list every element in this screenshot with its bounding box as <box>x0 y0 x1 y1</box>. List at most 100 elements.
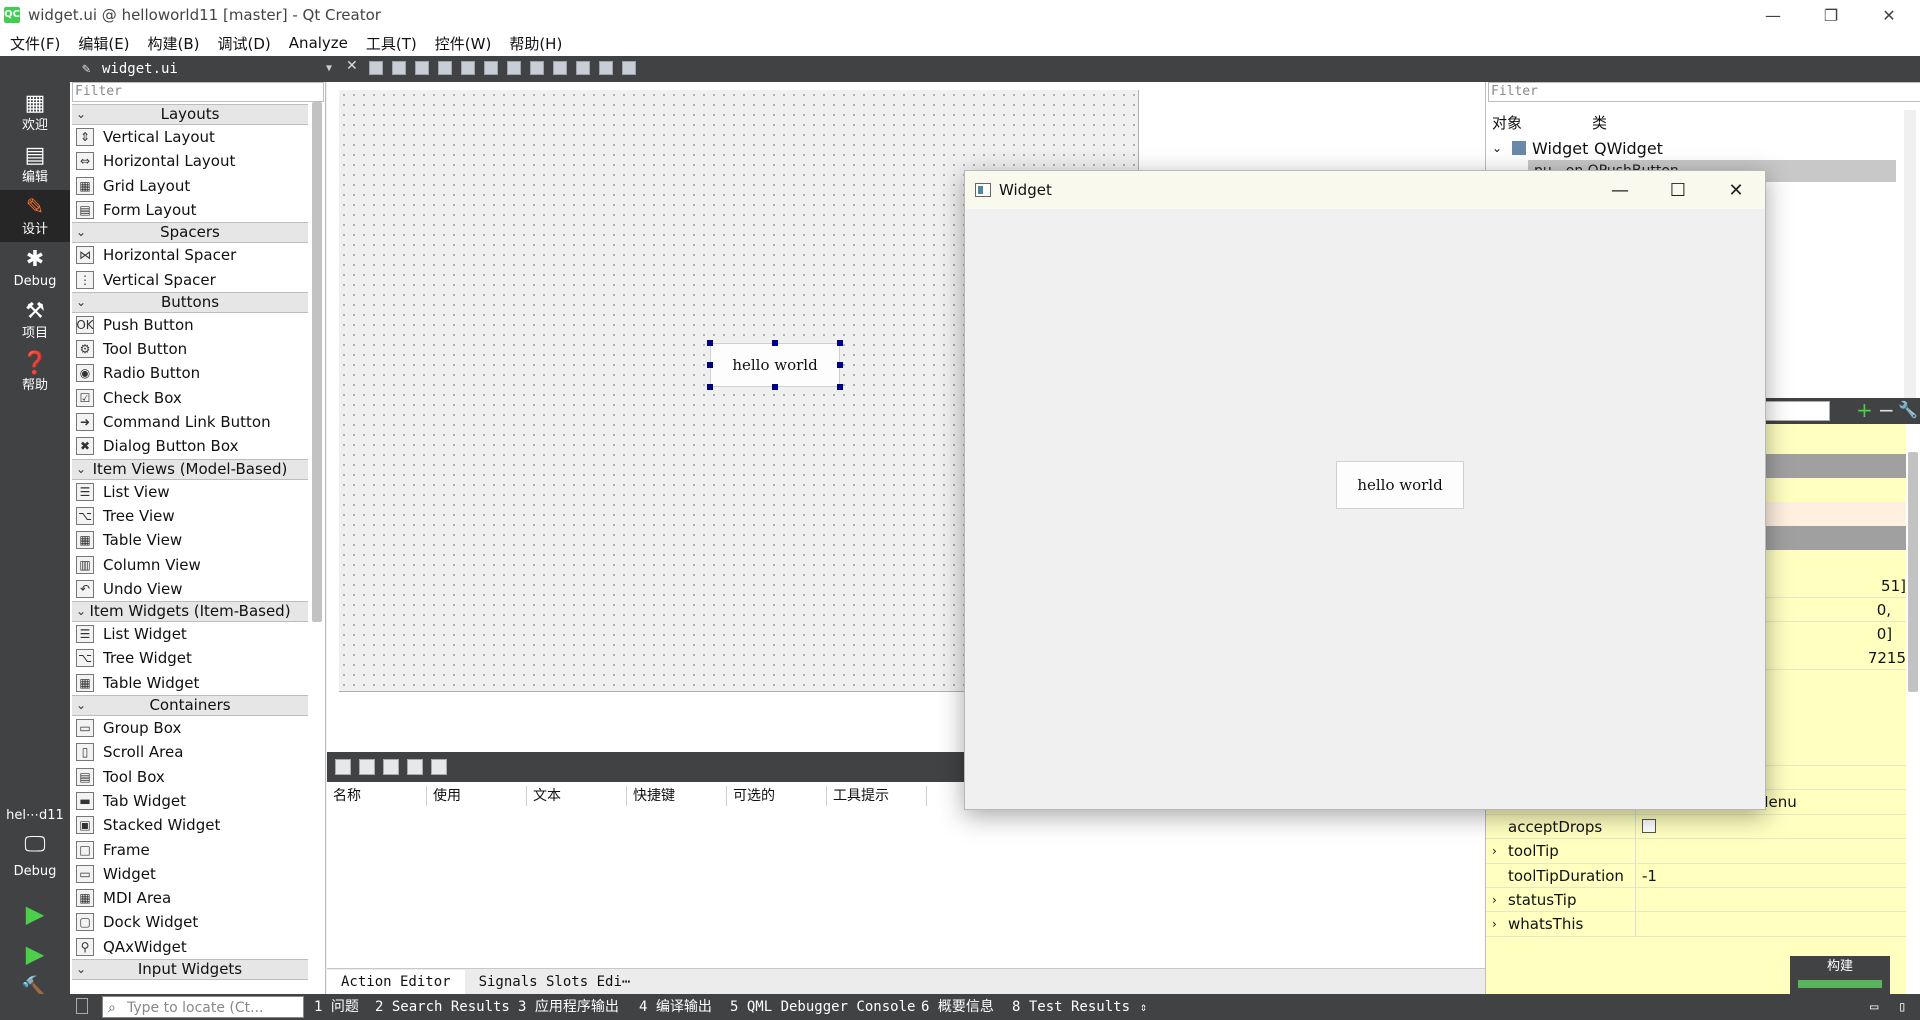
maximize-icon[interactable]: ☐ <box>1649 171 1707 209</box>
object-filter-input[interactable]: Filter <box>1488 82 1920 102</box>
property-value[interactable]: -1 <box>1636 864 1657 888</box>
col-tooltip[interactable]: 工具提示 <box>827 786 927 806</box>
col-class[interactable]: 类 <box>1586 112 1607 133</box>
widget-item[interactable]: ➜ Command Link Button <box>76 410 271 434</box>
widget-category[interactable]: ⌄ Buttons <box>72 291 308 313</box>
output-tab-qml-debugger[interactable]: 5 QML Debugger Console <box>730 994 915 1020</box>
widget-item[interactable]: ▭ Widget <box>76 862 156 886</box>
menu-file[interactable]: 文件(F) <box>0 33 68 54</box>
chevron-updown-icon[interactable]: ⇕ <box>1140 994 1147 1020</box>
toggle-sidebar-icon[interactable] <box>76 998 88 1014</box>
widget-item[interactable]: ⚲ QAxWidget <box>76 935 187 959</box>
layout-vertical-icon[interactable] <box>484 61 498 75</box>
form-push-button[interactable]: hello world <box>710 343 840 387</box>
output-tab-app-output[interactable]: 3 应用程序输出 <box>518 994 619 1020</box>
tab-signals-slots[interactable]: Signals Slots Edi⋯ <box>465 974 645 990</box>
property-row[interactable]: acceptDrops <box>1486 814 1906 840</box>
mode-edit[interactable]: ▤ 编辑 <box>0 138 70 190</box>
selection-handle[interactable] <box>837 384 843 390</box>
widget-item[interactable]: ▯ Scroll Area <box>76 740 183 764</box>
selection-handle[interactable] <box>772 340 778 346</box>
progress-details-icon[interactable]: ▭ <box>1870 994 1878 1020</box>
widget-item[interactable]: ⌥ Tree View <box>76 504 175 528</box>
property-value[interactable] <box>1636 912 1642 936</box>
property-value[interactable] <box>1636 839 1642 863</box>
widget-item[interactable]: ▦ Table View <box>76 528 182 552</box>
adjust-size-icon[interactable] <box>622 61 636 75</box>
layout-splitter-h-icon[interactable] <box>507 61 521 75</box>
widget-item[interactable]: ↶ Undo View <box>76 577 183 601</box>
mode-help[interactable]: ❓ 帮助 <box>0 346 70 398</box>
widget-category[interactable]: ⌄ Item Views (Model-Based) <box>72 458 308 480</box>
col-text[interactable]: 文本 <box>527 786 627 806</box>
layout-splitter-v-icon[interactable] <box>530 61 544 75</box>
col-shortcut[interactable]: 快捷键 <box>627 786 727 806</box>
col-name[interactable]: 名称 <box>327 786 427 806</box>
remove-property-icon[interactable]: − <box>1878 398 1895 422</box>
widget-item[interactable]: ▤ Tool Box <box>76 765 165 789</box>
widget-item[interactable]: OK Push Button <box>76 313 194 337</box>
output-tab-issues[interactable]: 1 问题 <box>314 994 359 1020</box>
restore-icon[interactable]: ❐ <box>1802 0 1860 30</box>
mode-projects[interactable]: ⚒ 项目 <box>0 294 70 346</box>
property-row[interactable]: › toolTip <box>1486 839 1906 864</box>
property-checkbox[interactable] <box>1642 818 1656 833</box>
edit-widgets-icon[interactable] <box>369 61 383 75</box>
widget-item[interactable]: □ Frame <box>76 838 150 862</box>
object-inspector-scrollbar[interactable] <box>1904 110 1916 400</box>
property-editor-scrollbar[interactable] <box>1908 452 1918 692</box>
selection-handle[interactable] <box>837 340 843 346</box>
layout-horizontal-icon[interactable] <box>461 61 475 75</box>
property-row[interactable]: toolTipDuration -1 <box>1486 863 1906 888</box>
edit-signals-icon[interactable] <box>392 61 406 75</box>
selection-handle[interactable] <box>837 362 843 368</box>
selection-handle[interactable] <box>707 384 713 390</box>
close-icon[interactable]: ✕ <box>1860 0 1918 30</box>
widget-item[interactable]: ▣ Stacked Widget <box>76 813 220 837</box>
minimize-icon[interactable]: — <box>1591 171 1649 209</box>
widget-item[interactable]: ☰ List View <box>76 480 170 504</box>
build-progress[interactable]: 构建 <box>1790 956 1890 994</box>
widget-category[interactable]: ⌄ Layouts <box>72 104 308 125</box>
paste-action-icon[interactable] <box>383 759 399 775</box>
widget-item[interactable]: ⚙ Tool Button <box>76 337 187 361</box>
add-property-icon[interactable]: + <box>1856 398 1873 422</box>
close-document-icon[interactable]: ✕ <box>346 58 358 74</box>
document-combo[interactable]: widget.ui ✎ ▼ <box>76 58 338 80</box>
toggle-right-sidebar-icon[interactable]: ▯ <box>1898 994 1906 1020</box>
output-tab-general-messages[interactable]: 6 概要信息 <box>921 994 994 1020</box>
delete-action-icon[interactable] <box>407 759 423 775</box>
widget-item[interactable]: ▥ Column View <box>76 553 201 577</box>
property-value[interactable] <box>1636 888 1642 912</box>
widget-item[interactable]: ⌥ Tree Widget <box>76 646 192 670</box>
mode-welcome[interactable]: ▦ 欢迎 <box>0 86 70 138</box>
col-checkable[interactable]: 可选的 <box>727 786 827 806</box>
configure-icon[interactable] <box>431 759 447 775</box>
widget-item[interactable]: ▦ MDI Area <box>76 886 171 910</box>
widget-box-scrollbar[interactable] <box>312 102 322 622</box>
property-value[interactable] <box>1636 815 1656 839</box>
widget-category[interactable]: ⌄ Spacers <box>72 222 308 244</box>
tab-action-editor[interactable]: Action Editor <box>327 969 465 994</box>
col-object[interactable]: 对象 <box>1486 112 1586 133</box>
widget-item[interactable]: ▦ Table Widget <box>76 671 199 695</box>
object-row-root[interactable]: ⌄ Widget QWidget <box>1486 136 1896 160</box>
widget-item[interactable]: ▦ Grid Layout <box>76 174 190 198</box>
copy-action-icon[interactable] <box>359 759 375 775</box>
menu-build[interactable]: 构建(B) <box>138 33 208 54</box>
mode-debug[interactable]: ✱ Debug <box>0 242 70 294</box>
chevron-down-icon[interactable]: ⌄ <box>1486 141 1506 155</box>
mode-design[interactable]: ✎ 设计 <box>0 190 70 242</box>
widget-item[interactable]: ✖ Dialog Button Box <box>76 434 238 458</box>
widget-item[interactable]: ☑ Check Box <box>76 386 182 410</box>
widget-category[interactable]: ⌄ Item Widgets (Item-Based) <box>72 601 308 623</box>
widget-category[interactable]: ⌄ Containers <box>72 695 308 716</box>
minimize-icon[interactable]: — <box>1744 0 1802 30</box>
chevron-right-icon[interactable]: › <box>1492 888 1497 912</box>
menu-tools[interactable]: 工具(T) <box>356 33 425 54</box>
output-tab-test-results[interactable]: 8 Test Results <box>1012 994 1130 1020</box>
edit-tab-order-icon[interactable] <box>438 61 452 75</box>
widget-item[interactable]: ⋮ Vertical Spacer <box>76 268 216 292</box>
widget-item[interactable]: ⇔ Horizontal Layout <box>76 149 235 173</box>
selection-handle[interactable] <box>707 340 713 346</box>
